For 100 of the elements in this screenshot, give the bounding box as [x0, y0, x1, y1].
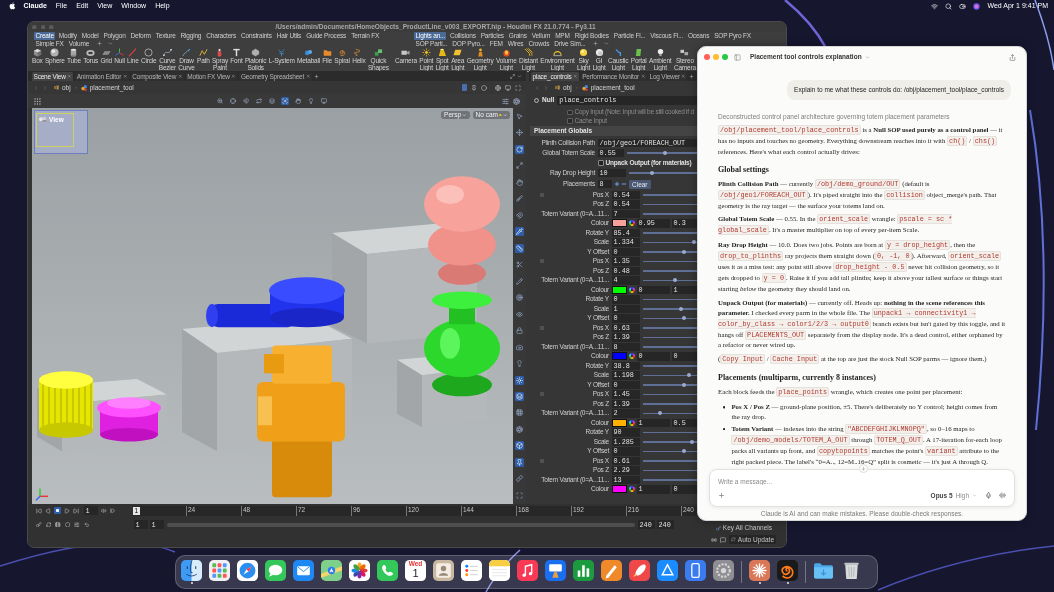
crosshair-icon[interactable] — [229, 97, 237, 105]
slider-track[interactable] — [643, 344, 698, 349]
close-icon[interactable] — [231, 74, 236, 79]
scissors-icon[interactable] — [515, 260, 524, 270]
add-tab-icon[interactable] — [592, 40, 598, 46]
close-icon[interactable] — [573, 74, 578, 79]
slider-track[interactable] — [643, 297, 698, 302]
ruler-icon[interactable] — [515, 243, 524, 253]
brush-icon[interactable] — [515, 194, 524, 204]
plus-icon[interactable] — [718, 492, 725, 500]
layers-icon[interactable] — [515, 391, 524, 401]
microphone-icon[interactable] — [985, 492, 992, 500]
slider-thumb[interactable] — [681, 382, 686, 387]
slider-thumb[interactable] — [687, 373, 692, 378]
slider-thumb[interactable] — [681, 449, 686, 454]
share-icon[interactable] — [1009, 53, 1016, 61]
slider-thumb[interactable] — [690, 439, 695, 444]
caret-icon[interactable] — [462, 112, 467, 118]
plus-icon[interactable] — [614, 181, 620, 187]
scan-frame-icon[interactable] — [515, 84, 521, 91]
slider-track[interactable] — [629, 171, 698, 175]
speaker-icon[interactable] — [101, 507, 107, 514]
slider-track[interactable] — [643, 411, 698, 416]
close-icon[interactable] — [681, 74, 686, 79]
shapes-cluster-icon[interactable] — [80, 84, 87, 91]
add-tab-icon[interactable] — [313, 74, 319, 79]
colour-swatch[interactable] — [612, 352, 627, 361]
slider-thumb[interactable] — [657, 411, 662, 416]
slider-track[interactable] — [643, 468, 698, 473]
chevron-icon[interactable] — [107, 40, 113, 46]
slider-track[interactable] — [643, 363, 698, 368]
colour-wheel-icon[interactable] — [629, 353, 635, 360]
globe-icon[interactable] — [495, 84, 501, 91]
toggle-switch-icon[interactable] — [959, 2, 967, 10]
circle-outline-icon[interactable] — [481, 84, 487, 91]
apple-icon[interactable] — [9, 2, 16, 10]
dot-grid-icon[interactable] — [34, 97, 41, 105]
slider-track[interactable] — [643, 325, 698, 330]
slider-track[interactable] — [643, 192, 698, 197]
colour-wheel-icon[interactable] — [629, 486, 635, 493]
target-icon[interactable] — [515, 293, 524, 303]
voice-wave-icon[interactable] — [999, 492, 1006, 500]
slider-track[interactable] — [643, 401, 698, 406]
slider-thumb[interactable] — [681, 249, 686, 254]
slider-track[interactable] — [643, 249, 698, 254]
wifi-icon[interactable] — [931, 2, 939, 10]
slider-track[interactable] — [627, 151, 698, 155]
camera-icon[interactable] — [515, 342, 524, 352]
key-icon[interactable] — [715, 525, 721, 531]
pointer-icon[interactable] — [515, 112, 524, 121]
colour-swatch[interactable] — [612, 219, 627, 228]
hand-icon[interactable] — [515, 177, 524, 187]
slider-track[interactable] — [643, 449, 698, 454]
play-icon[interactable] — [64, 507, 70, 514]
layers-icon[interactable] — [268, 97, 276, 105]
slider-track[interactable] — [643, 278, 698, 283]
ring-icon[interactable] — [534, 97, 539, 103]
slider-track[interactable] — [643, 240, 698, 245]
slider-track[interactable] — [643, 373, 698, 378]
skip-back-icon[interactable] — [36, 507, 42, 514]
slider-thumb[interactable] — [672, 278, 677, 283]
magnifier-icon[interactable] — [216, 97, 224, 105]
chevron-icon[interactable] — [517, 74, 522, 79]
range-slider-track[interactable] — [167, 522, 635, 527]
grid-icon[interactable] — [515, 408, 524, 418]
slider-track[interactable] — [643, 211, 698, 216]
stop-icon[interactable] — [54, 507, 61, 514]
search-icon[interactable] — [945, 2, 953, 10]
pin-icon[interactable] — [515, 457, 524, 467]
key-icon[interactable] — [36, 521, 42, 528]
close-icon[interactable] — [305, 74, 311, 79]
slider-track[interactable] — [643, 202, 698, 207]
close-icon[interactable] — [640, 74, 645, 79]
eye-icon[interactable] — [515, 309, 524, 319]
minus-icon[interactable] — [621, 181, 627, 187]
chevron-icon[interactable] — [603, 40, 609, 46]
sliders-icon[interactable] — [502, 97, 509, 105]
film-icon[interactable] — [55, 521, 61, 528]
slider-thumb[interactable] — [679, 306, 684, 311]
checkbox[interactable] — [598, 160, 604, 166]
orb-icon[interactable] — [973, 2, 981, 10]
aperture-icon[interactable] — [513, 97, 520, 105]
bulb-icon[interactable] — [515, 359, 524, 369]
expand-icon[interactable] — [510, 74, 515, 79]
slider-track[interactable] — [643, 477, 698, 482]
add-tab-icon[interactable] — [688, 74, 694, 79]
sun-icon[interactable] — [515, 375, 524, 385]
hand-icon[interactable] — [294, 97, 302, 105]
colour-swatch[interactable] — [612, 418, 627, 427]
slider-track[interactable] — [643, 230, 698, 235]
slider-thumb[interactable] — [681, 316, 686, 321]
link-icon[interactable] — [515, 474, 524, 484]
pencil-icon[interactable] — [515, 276, 524, 286]
scale-arrows-icon[interactable] — [515, 161, 524, 171]
slider-thumb[interactable] — [650, 171, 655, 175]
aperture-icon[interactable] — [515, 424, 524, 434]
colour-swatch[interactable] — [612, 285, 627, 294]
slider-track[interactable] — [643, 382, 698, 387]
blocks-icon[interactable] — [54, 85, 59, 90]
slider-track[interactable] — [643, 259, 698, 264]
